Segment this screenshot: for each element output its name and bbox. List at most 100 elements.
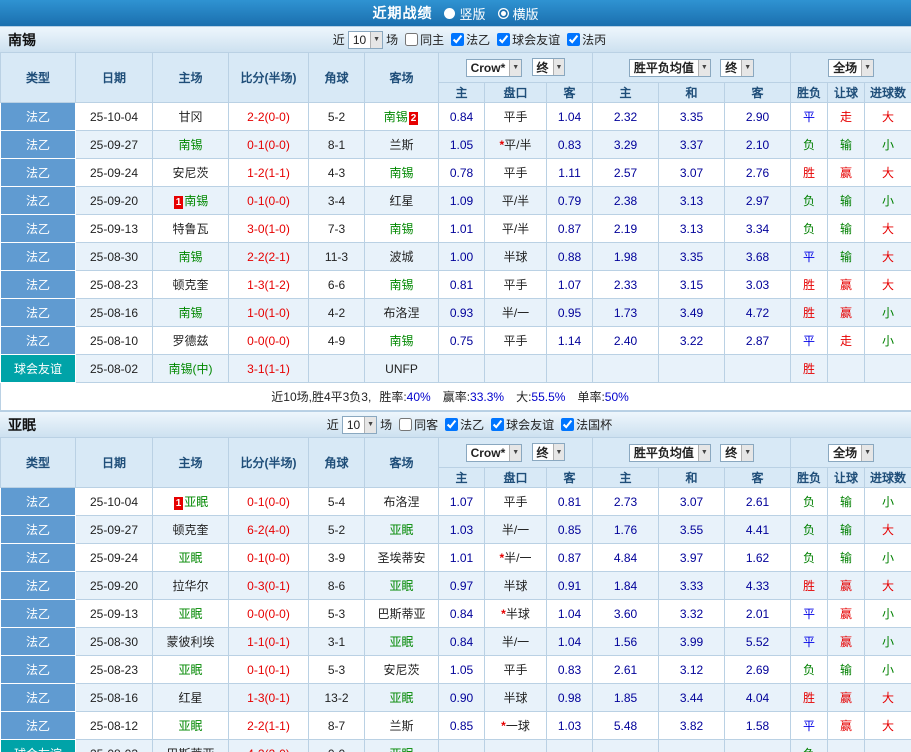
asian-odds-group-header: Crow* ▼ 终 ▼ bbox=[437, 437, 594, 468]
handicap-result: 赢 bbox=[827, 298, 866, 327]
scope-select[interactable]: 全场 ▼ bbox=[828, 443, 875, 462]
other-comp-checkbox[interactable] bbox=[567, 33, 581, 46]
radio-icon[interactable] bbox=[497, 7, 509, 19]
team-link[interactable]: 南锡 bbox=[389, 166, 413, 180]
team-link[interactable]: 亚眠 bbox=[389, 747, 413, 752]
team-link[interactable]: 布洛涅 bbox=[383, 495, 419, 509]
match-date: 25-08-12 bbox=[75, 711, 153, 740]
same-venue-checkbox[interactable] bbox=[399, 418, 413, 431]
favorite-star: * bbox=[501, 719, 506, 733]
rank-badge: 1 bbox=[173, 196, 184, 209]
away-team: 亚眠 bbox=[364, 739, 439, 752]
radio-icon[interactable] bbox=[444, 7, 456, 19]
euro-away-odds bbox=[724, 354, 792, 383]
team-link[interactable]: 亚眠 bbox=[389, 635, 413, 649]
handicap-result: 输 bbox=[827, 515, 866, 544]
team-link[interactable]: 亚眠 bbox=[178, 551, 202, 565]
team-link[interactable]: 亚眠 bbox=[389, 579, 413, 593]
team-link[interactable]: 安尼茨 bbox=[383, 663, 419, 677]
goals-result: 大 bbox=[864, 711, 911, 740]
team-link[interactable]: 南锡 bbox=[389, 334, 413, 348]
team-link[interactable]: 巴斯蒂亚 bbox=[166, 747, 214, 752]
filter-same-venue[interactable]: 同主 bbox=[405, 31, 444, 48]
euro-time-select[interactable]: 终 ▼ bbox=[720, 443, 755, 462]
filter-ligue2[interactable]: 法乙 bbox=[451, 31, 490, 48]
team-link[interactable]: 南锡 bbox=[389, 222, 413, 236]
filter-friendly[interactable]: 球会友谊 bbox=[497, 31, 560, 48]
team-link[interactable]: 亚眠 bbox=[389, 691, 413, 705]
match-date: 25-08-23 bbox=[75, 270, 153, 299]
filter-friendly[interactable]: 球会友谊 bbox=[491, 416, 554, 433]
odds-time-select[interactable]: 终 ▼ bbox=[531, 443, 566, 462]
team-link[interactable]: 红星 bbox=[389, 194, 413, 208]
team-link[interactable]: 顿克奎 bbox=[172, 278, 208, 292]
goals-result: 大 bbox=[864, 270, 911, 299]
euro-home-odds: 1.85 bbox=[592, 683, 660, 712]
team-link[interactable]: 亚眠 bbox=[389, 523, 413, 537]
ah-home-odds: 0.93 bbox=[438, 298, 485, 327]
other-comp-checkbox[interactable] bbox=[561, 418, 575, 431]
team-link[interactable]: 南锡 bbox=[184, 194, 208, 208]
odds-company-select[interactable]: Crow* ▼ bbox=[465, 443, 523, 462]
match-row: 法乙 25-09-27 南锡 0-1(0-0) 8-1 兰斯 1.05 *平/半 0.83 3.2… bbox=[0, 130, 911, 159]
team-link[interactable]: 兰斯 bbox=[389, 719, 413, 733]
layout-option-vertical[interactable]: 竖版 bbox=[444, 4, 486, 23]
euro-draw-odds: 3.12 bbox=[658, 655, 726, 684]
ah-home-odds: 0.84 bbox=[438, 102, 485, 131]
team-link[interactable]: 亚眠 bbox=[184, 495, 208, 509]
home-team: 南锡(中) bbox=[152, 354, 229, 383]
odds-company-select[interactable]: Crow* ▼ bbox=[465, 58, 523, 77]
ligue2-checkbox[interactable] bbox=[445, 418, 459, 431]
layout-option-horizontal[interactable]: 横版 bbox=[497, 4, 539, 23]
euro-home-odds: 3.29 bbox=[592, 130, 660, 159]
friendly-checkbox[interactable] bbox=[497, 33, 511, 46]
team-link[interactable]: 拉华尔 bbox=[172, 579, 208, 593]
filter-same-venue[interactable]: 同客 bbox=[399, 416, 438, 433]
team-link[interactable]: 亚眠 bbox=[178, 663, 202, 677]
odds-time-select[interactable]: 终 ▼ bbox=[531, 58, 566, 77]
team-link[interactable]: UNFP bbox=[385, 362, 418, 376]
team-link[interactable]: 特鲁瓦 bbox=[172, 222, 208, 236]
ah-home-odds: 0.81 bbox=[438, 270, 485, 299]
match-count-select[interactable]: 10 ▼ bbox=[341, 415, 378, 434]
handicap-result: 输 bbox=[827, 186, 866, 215]
team-link[interactable]: 罗德兹 bbox=[172, 334, 208, 348]
away-team: 南锡 2 bbox=[364, 102, 439, 131]
team-link[interactable]: 红星 bbox=[178, 691, 202, 705]
team-link[interactable]: 南锡 bbox=[178, 250, 202, 264]
corner-count: 5-3 bbox=[308, 599, 365, 628]
euro-time-select[interactable]: 终 ▼ bbox=[720, 58, 755, 77]
layout-option-horizontal-label: 横版 bbox=[512, 6, 539, 22]
match-result: 负 bbox=[790, 543, 829, 572]
team-link[interactable]: 南锡(中) bbox=[169, 362, 213, 376]
team-link[interactable]: 布洛涅 bbox=[383, 306, 419, 320]
friendly-checkbox[interactable] bbox=[491, 418, 505, 431]
team-link[interactable]: 亚眠 bbox=[178, 607, 202, 621]
euro-odds-select[interactable]: 胜平负均值 ▼ bbox=[628, 443, 711, 462]
euro-odds-select[interactable]: 胜平负均值 ▼ bbox=[628, 58, 711, 77]
euro-draw-odds bbox=[658, 354, 726, 383]
team-link[interactable]: 南锡 bbox=[178, 138, 202, 152]
match-row: 法乙 25-08-16 南锡 1-0(1-0) 4-2 布洛涅 0.93 半/一 0.95 1.7… bbox=[0, 298, 911, 327]
match-count-select[interactable]: 10 ▼ bbox=[347, 30, 384, 49]
team-link[interactable]: 甘冈 bbox=[178, 110, 202, 124]
team-link[interactable]: 安尼茨 bbox=[172, 166, 208, 180]
team-link[interactable]: 蒙彼利埃 bbox=[166, 635, 214, 649]
team-link[interactable]: 南锡 bbox=[178, 306, 202, 320]
handicap-result: 赢 bbox=[827, 711, 866, 740]
team-link[interactable]: 圣埃蒂安 bbox=[377, 551, 425, 565]
filter-other-comp[interactable]: 法丙 bbox=[567, 31, 606, 48]
team-link[interactable]: 南锡 bbox=[384, 110, 408, 124]
corner-count: 3-1 bbox=[308, 627, 365, 656]
filter-other-comp[interactable]: 法国杯 bbox=[561, 416, 612, 433]
team-link[interactable]: 南锡 bbox=[389, 278, 413, 292]
same-venue-checkbox[interactable] bbox=[405, 33, 419, 46]
ligue2-checkbox[interactable] bbox=[451, 33, 465, 46]
team-link[interactable]: 亚眠 bbox=[178, 719, 202, 733]
team-link[interactable]: 顿克奎 bbox=[172, 523, 208, 537]
team-link[interactable]: 兰斯 bbox=[389, 138, 413, 152]
scope-select[interactable]: 全场 ▼ bbox=[828, 58, 875, 77]
team-link[interactable]: 波城 bbox=[389, 250, 413, 264]
team-link[interactable]: 巴斯蒂亚 bbox=[377, 607, 425, 621]
filter-ligue2[interactable]: 法乙 bbox=[445, 416, 484, 433]
